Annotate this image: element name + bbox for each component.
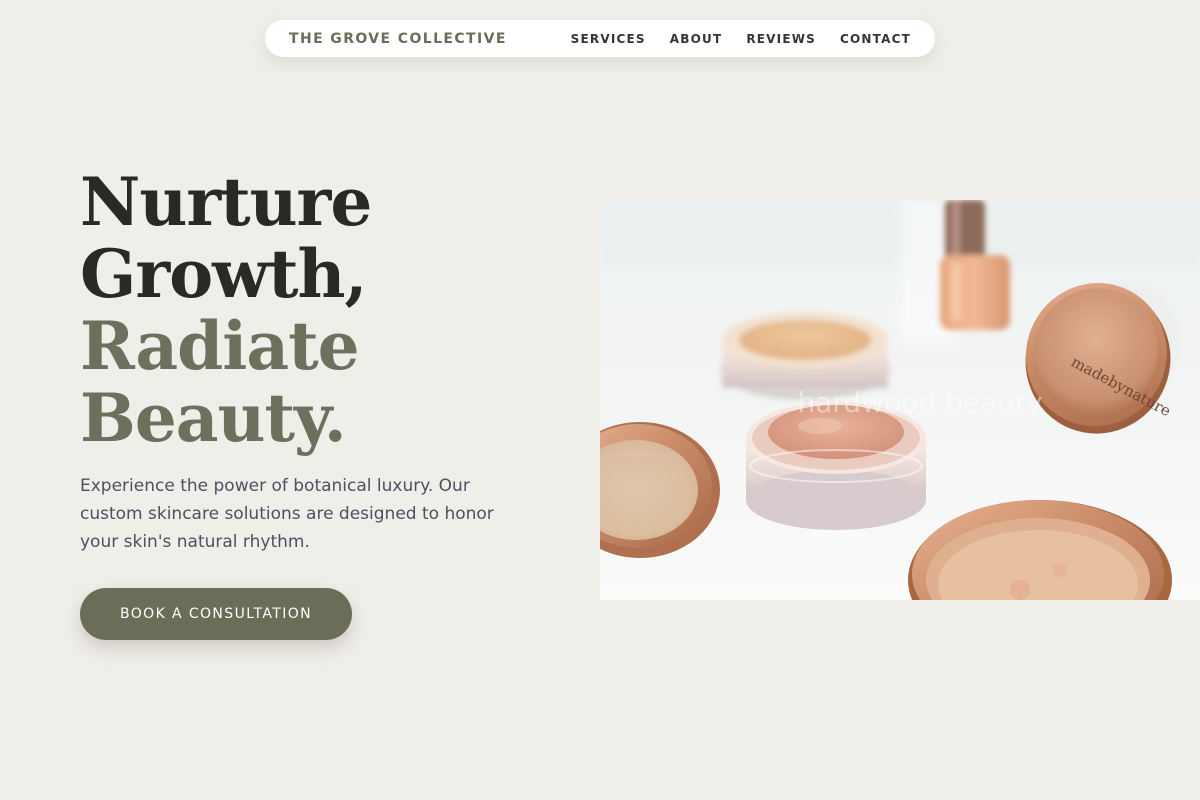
nav-links: SERVICES ABOUT REVIEWS CONTACT [571, 32, 911, 46]
nav-link-reviews[interactable]: REVIEWS [746, 32, 816, 46]
hero-heading: Nurture Growth, Radiate Beauty. [80, 163, 372, 457]
nav-link-about[interactable]: ABOUT [670, 32, 723, 46]
cosmetics-photo: madebynature hardwood beauty [600, 200, 1200, 600]
nav-link-contact[interactable]: CONTACT [840, 32, 911, 46]
hero-heading-line-3: Radiate [80, 307, 360, 385]
nav-link-services[interactable]: SERVICES [571, 32, 646, 46]
book-consultation-button[interactable]: BOOK A CONSULTATION [80, 588, 352, 640]
top-navigation: THE GROVE COLLECTIVE SERVICES ABOUT REVI… [265, 20, 935, 57]
brand-logo-text[interactable]: THE GROVE COLLECTIVE [289, 31, 507, 47]
image-watermark: hardwood beauty [798, 386, 1043, 419]
hero-heading-line-2: Growth, [80, 235, 367, 313]
hero-heading-line-4: Beauty. [80, 379, 347, 457]
hero-description: Experience the power of botanical luxury… [80, 476, 494, 552]
hero-heading-line-1: Nurture [80, 163, 372, 241]
hero-product-image: madebynature hardwood beauty [600, 200, 1200, 600]
